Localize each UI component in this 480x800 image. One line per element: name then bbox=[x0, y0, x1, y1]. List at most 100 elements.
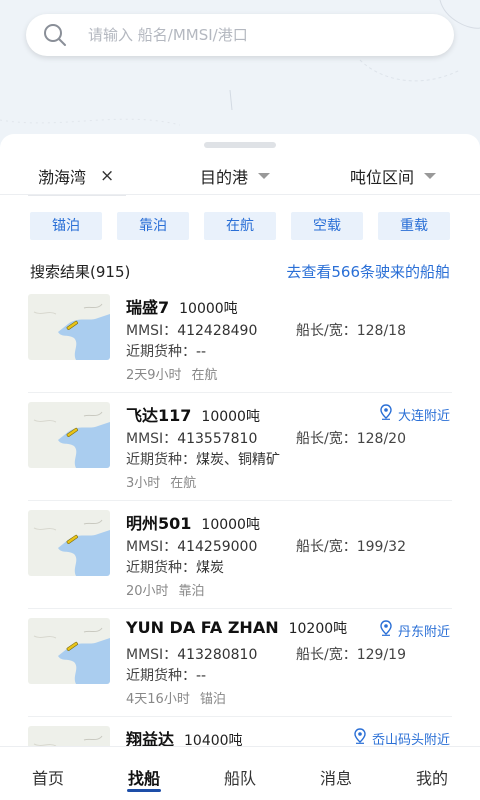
ship-meta-row: 20小时 靠泊 bbox=[126, 580, 205, 599]
ship-tonnage: 10000吨 bbox=[201, 517, 260, 533]
ship-meta-row: 2天9小时 在航 bbox=[126, 364, 218, 383]
ship-dimensions-row: 船长/宽：128/20 bbox=[296, 428, 406, 448]
dimensions-label: 船长/宽： bbox=[296, 647, 357, 663]
ship-meta-row: 4天16小时 锚泊 bbox=[126, 688, 226, 707]
search-icon bbox=[42, 22, 68, 48]
ship-status: 在航 bbox=[191, 368, 218, 383]
ship-mmsi-row: MMSI：414259000 bbox=[126, 536, 257, 556]
results-count: 搜索结果(915) bbox=[30, 263, 131, 281]
ship-last-update: 20小时 bbox=[126, 584, 169, 599]
mmsi-label: MMSI： bbox=[126, 539, 178, 555]
ship-location-label: 丹东附近 bbox=[397, 624, 450, 640]
region-filter[interactable]: 渤海湾 × bbox=[38, 164, 114, 188]
ship-card[interactable]: 明州501 10000吨 MMSI：414259000 船长/宽：199/32 近… bbox=[28, 510, 452, 618]
ship-card[interactable]: 飞达117 10000吨 大连附近 MMSI：413557810 船长/宽：128… bbox=[28, 402, 452, 510]
tonnage-filter-label: 吨位区间 bbox=[350, 168, 415, 187]
destination-filter[interactable]: 目的港 bbox=[200, 164, 271, 188]
ship-position-thumbnail[interactable] bbox=[28, 618, 110, 684]
ship-name-row: 飞达117 10000吨 bbox=[126, 402, 260, 426]
ship-name-row: 明州501 10000吨 bbox=[126, 510, 260, 534]
ship-position-thumbnail[interactable] bbox=[28, 402, 110, 468]
cargo-label: 近期货种： bbox=[126, 668, 196, 684]
card-divider bbox=[28, 608, 452, 609]
cargo-label: 近期货种： bbox=[126, 560, 196, 576]
ship-dimensions-row: 船长/宽：128/18 bbox=[296, 320, 406, 340]
ship-name: YUN DA FA ZHAN bbox=[126, 618, 279, 637]
tab-find-ship[interactable]: 找船 bbox=[114, 765, 174, 789]
ship-location[interactable]: 岙山码头附近 bbox=[354, 728, 450, 748]
ship-cargo-row: 近期货种：煤炭 bbox=[126, 557, 224, 577]
ship-status: 靠泊 bbox=[178, 584, 205, 599]
ship-cargo: -- bbox=[196, 668, 207, 684]
ship-dimensions: 128/18 bbox=[356, 323, 406, 339]
tab-mine[interactable]: 我的 bbox=[402, 765, 462, 789]
ship-cargo: -- bbox=[196, 344, 207, 360]
dimensions-label: 船长/宽： bbox=[296, 431, 357, 447]
card-divider bbox=[28, 500, 452, 501]
results-sheet: 渤海湾 × 目的港 吨位区间 锚泊 靠泊 在航 空载 重载 搜索结果(915) … bbox=[0, 134, 480, 792]
ship-mmsi: 413557810 bbox=[177, 431, 258, 447]
ship-status: 在航 bbox=[170, 476, 197, 491]
ship-dimensions: 128/20 bbox=[356, 431, 406, 447]
tonnage-filter[interactable]: 吨位区间 bbox=[350, 164, 437, 188]
ship-tonnage: 10200吨 bbox=[288, 621, 348, 637]
ship-dimensions: 129/19 bbox=[356, 647, 406, 663]
ship-cargo: 煤炭、铜精矿 bbox=[196, 452, 280, 468]
ship-name-row: YUN DA FA ZHAN 10200吨 bbox=[126, 618, 347, 638]
tab-fleet[interactable]: 船队 bbox=[210, 765, 270, 789]
ship-mmsi: 413280810 bbox=[177, 647, 258, 663]
chip-berthed[interactable]: 靠泊 bbox=[117, 212, 189, 240]
ship-location[interactable]: 丹东附近 bbox=[380, 620, 450, 640]
ship-location[interactable]: 大连附近 bbox=[380, 404, 450, 424]
chip-underway[interactable]: 在航 bbox=[204, 212, 276, 240]
chip-anchored[interactable]: 锚泊 bbox=[30, 212, 102, 240]
divider bbox=[0, 194, 480, 195]
ship-dimensions-row: 船长/宽：129/19 bbox=[296, 644, 406, 664]
ship-position-thumbnail[interactable] bbox=[28, 510, 110, 576]
ship-meta-row: 3小时 在航 bbox=[126, 472, 196, 491]
ship-cargo-row: 近期货种：-- bbox=[126, 665, 206, 685]
caret-down-icon bbox=[424, 173, 437, 179]
close-icon[interactable]: × bbox=[100, 166, 114, 186]
ship-position-thumbnail[interactable] bbox=[28, 294, 110, 360]
tab-messages[interactable]: 消息 bbox=[306, 765, 366, 789]
ship-cargo-row: 近期货种：-- bbox=[126, 341, 206, 361]
active-tab-indicator bbox=[127, 789, 161, 792]
ship-mmsi: 414259000 bbox=[177, 539, 258, 555]
region-filter-label: 渤海湾 bbox=[38, 168, 87, 187]
ship-card[interactable]: YUN DA FA ZHAN 10200吨 丹东附近 MMSI：413280810… bbox=[28, 618, 452, 726]
ship-last-update: 2天9小时 bbox=[126, 368, 182, 383]
ship-cargo-row: 近期货种：煤炭、铜精矿 bbox=[126, 449, 280, 469]
destination-filter-label: 目的港 bbox=[200, 168, 249, 187]
ship-name: 明州501 bbox=[126, 514, 192, 533]
ship-location-label: 岙山码头附近 bbox=[371, 732, 450, 748]
ship-card[interactable]: 瑞盛7 10000吨 MMSI：412428490 船长/宽：128/18 近期货… bbox=[28, 294, 452, 402]
ship-dimensions: 199/32 bbox=[356, 539, 406, 555]
ship-location-label: 大连附近 bbox=[397, 408, 450, 424]
card-divider bbox=[28, 392, 452, 393]
search-input[interactable] bbox=[88, 26, 428, 44]
location-pin-icon bbox=[354, 728, 366, 748]
ship-last-update: 4天16小时 bbox=[126, 692, 190, 707]
ship-mmsi-row: MMSI：413280810 bbox=[126, 644, 257, 664]
search-bar[interactable] bbox=[26, 14, 454, 56]
cargo-label: 近期货种： bbox=[126, 344, 196, 360]
incoming-ships-link[interactable]: 去查看566条驶来的船舶 bbox=[286, 261, 450, 282]
location-pin-icon bbox=[380, 404, 392, 424]
chip-empty[interactable]: 空载 bbox=[291, 212, 363, 240]
ship-mmsi: 412428490 bbox=[177, 323, 258, 339]
ship-tonnage: 10000吨 bbox=[201, 409, 260, 425]
ship-mmsi-row: MMSI：413557810 bbox=[126, 428, 257, 448]
status-chips: 锚泊 靠泊 在航 空载 重载 bbox=[30, 212, 450, 240]
chip-loaded[interactable]: 重载 bbox=[378, 212, 450, 240]
location-pin-icon bbox=[380, 620, 392, 640]
drag-handle[interactable] bbox=[204, 142, 276, 148]
tab-home[interactable]: 首页 bbox=[18, 765, 78, 789]
ship-status: 锚泊 bbox=[199, 692, 226, 707]
ship-mmsi-row: MMSI：412428490 bbox=[126, 320, 257, 340]
mmsi-label: MMSI： bbox=[126, 431, 178, 447]
dimensions-label: 船长/宽： bbox=[296, 323, 357, 339]
ship-dimensions-row: 船长/宽：199/32 bbox=[296, 536, 406, 556]
ship-tonnage: 10000吨 bbox=[179, 301, 238, 317]
card-divider bbox=[28, 716, 452, 717]
